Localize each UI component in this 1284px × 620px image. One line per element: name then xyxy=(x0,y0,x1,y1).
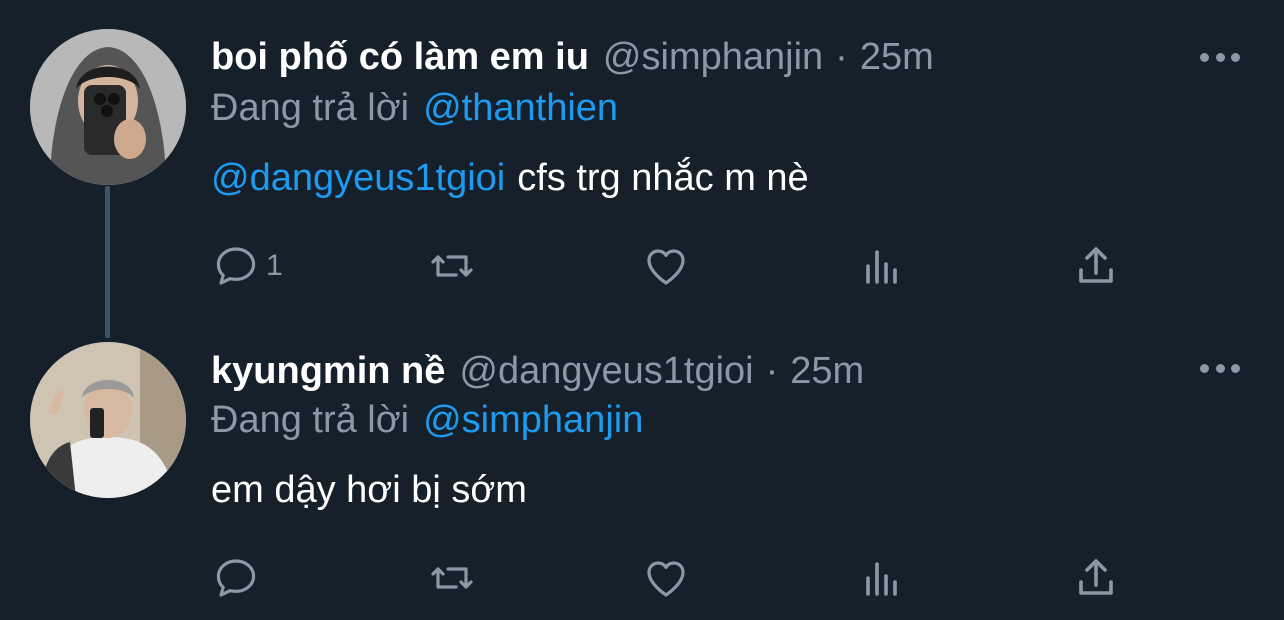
tweet-header: kyungmin nề @dangyeus1tgioi · 25m xyxy=(211,346,1224,396)
reply-icon xyxy=(216,559,256,597)
views-icon xyxy=(866,562,897,596)
reply-button[interactable] xyxy=(212,553,260,603)
body-text: cfs trg nhắc m nè xyxy=(517,156,809,199)
share-icon xyxy=(1079,247,1113,283)
body-text: em dậy hơi bị sớm xyxy=(211,468,527,511)
action-bar xyxy=(0,553,1284,603)
handle[interactable]: @simphanjin xyxy=(603,36,823,79)
reply-to-mention[interactable]: @simphanjin xyxy=(423,399,643,442)
share-button[interactable] xyxy=(1072,553,1120,603)
share-button[interactable] xyxy=(1072,241,1120,291)
replying-to: Đang trả lời @thanthien xyxy=(211,83,618,133)
tweet-header: boi phố có làm em iu @simphanjin · 25m xyxy=(211,32,1224,82)
share-icon xyxy=(1079,559,1113,595)
reply-button[interactable]: 1 xyxy=(212,241,283,291)
views-button[interactable] xyxy=(858,553,906,603)
separator: · xyxy=(835,35,848,78)
timestamp[interactable]: 25m xyxy=(790,350,864,393)
avatar[interactable] xyxy=(30,342,186,498)
body-mention[interactable]: @dangyeus1tgioi xyxy=(211,157,505,200)
reply-prefix: Đang trả lời xyxy=(211,398,410,441)
like-icon xyxy=(647,561,685,597)
replying-to: Đang trả lời @simphanjin xyxy=(211,395,643,445)
tweet[interactable]: boi phố có làm em iu @simphanjin · 25m Đ… xyxy=(0,0,1284,338)
timestamp[interactable]: 25m xyxy=(860,36,934,79)
like-button[interactable] xyxy=(642,241,690,291)
tweet-text: @dangyeus1tgioi cfs trg nhắc m nè xyxy=(211,153,809,203)
more-icon[interactable] xyxy=(1200,47,1240,67)
retweet-button[interactable] xyxy=(428,553,476,603)
like-icon xyxy=(647,249,685,285)
like-button[interactable] xyxy=(642,553,690,603)
more-icon[interactable] xyxy=(1200,358,1240,378)
tweet-text: em dậy hơi bị sớm xyxy=(211,465,527,515)
views-icon xyxy=(866,250,897,284)
retweet-button[interactable] xyxy=(428,241,476,291)
avatar[interactable] xyxy=(30,29,186,185)
action-bar: 1 xyxy=(0,241,1284,291)
tweet[interactable]: kyungmin nề @dangyeus1tgioi · 25m Đang t… xyxy=(0,330,1284,620)
views-button[interactable] xyxy=(858,241,906,291)
reply-count: 1 xyxy=(266,249,283,282)
display-name[interactable]: boi phố có làm em iu xyxy=(211,36,589,79)
reply-to-mention[interactable]: @thanthien xyxy=(423,87,618,130)
retweet-icon xyxy=(431,255,473,277)
separator: · xyxy=(765,349,779,392)
handle[interactable]: @dangyeus1tgioi xyxy=(459,350,753,393)
display-name[interactable]: kyungmin nề xyxy=(211,350,445,393)
reply-prefix: Đang trả lời xyxy=(211,86,410,129)
retweet-icon xyxy=(431,567,473,589)
reply-icon xyxy=(216,247,256,285)
